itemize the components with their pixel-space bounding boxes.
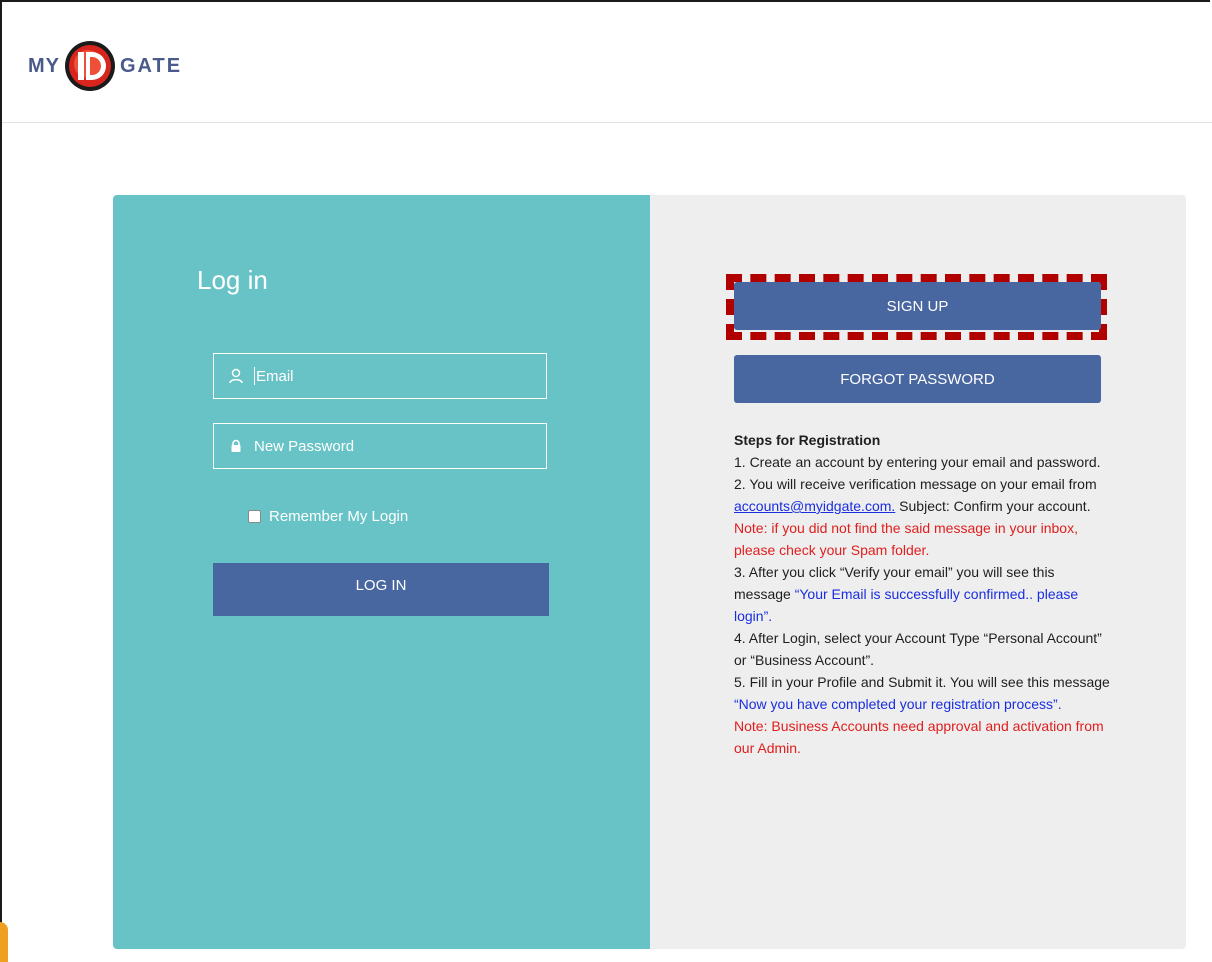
- registration-steps: Steps for Registration 1. Create an acco…: [734, 429, 1114, 759]
- step-5: 5. Fill in your Profile and Submit it. Y…: [734, 671, 1114, 715]
- logo-gate-text: GATE: [120, 54, 183, 77]
- step-2-text: 2. You will receive verification message…: [734, 476, 1097, 492]
- forgot-password-button[interactable]: FORGOT PASSWORD: [734, 355, 1101, 403]
- corner-decoration: [0, 922, 8, 962]
- step-3: 3. After you click “Verify your email” y…: [734, 561, 1114, 627]
- login-card: Log in Email New Password Remember My Lo…: [113, 195, 1186, 949]
- login-panel: Log in Email New Password Remember My Lo…: [113, 195, 650, 949]
- signup-button[interactable]: SIGN UP: [734, 282, 1101, 330]
- password-placeholder: New Password: [254, 437, 355, 455]
- user-icon: [228, 368, 244, 384]
- email-placeholder: Email: [256, 367, 294, 385]
- step-2-subject: Subject: Confirm your account.: [895, 498, 1091, 514]
- header: MY GATE: [2, 2, 1212, 123]
- email-input[interactable]: Email: [213, 353, 547, 399]
- step-2: 2. You will receive verification message…: [734, 473, 1114, 517]
- password-input[interactable]: New Password: [213, 423, 547, 469]
- text-caret: [254, 367, 255, 385]
- step-5-text: 5. Fill in your Profile and Submit it. Y…: [734, 674, 1110, 690]
- remember-checkbox[interactable]: [248, 510, 261, 523]
- support-email-link[interactable]: accounts@myidgate.com.: [734, 498, 895, 514]
- myidgate-logo[interactable]: MY GATE: [28, 38, 182, 94]
- remember-label: Remember My Login: [269, 508, 409, 525]
- logo-my-text: MY: [28, 54, 60, 77]
- steps-title: Steps for Registration: [734, 432, 881, 448]
- step-1: 1. Create an account by entering your em…: [734, 454, 1101, 470]
- registration-panel: SIGN UP FORGOT PASSWORD Steps for Regist…: [650, 195, 1186, 949]
- logo-id-emblem-icon: [65, 41, 115, 91]
- spam-note: Note: if you did not find the said messa…: [734, 520, 1078, 558]
- login-title: Log in: [197, 265, 268, 295]
- remember-login[interactable]: Remember My Login: [248, 508, 408, 525]
- lock-icon: [228, 438, 244, 454]
- step-4: 4. After Login, select your Account Type…: [734, 630, 1102, 668]
- login-button[interactable]: LOG IN: [213, 563, 549, 616]
- step-5-message: “Now you have completed your registratio…: [734, 696, 1062, 712]
- business-note: Note: Business Accounts need approval an…: [734, 718, 1104, 756]
